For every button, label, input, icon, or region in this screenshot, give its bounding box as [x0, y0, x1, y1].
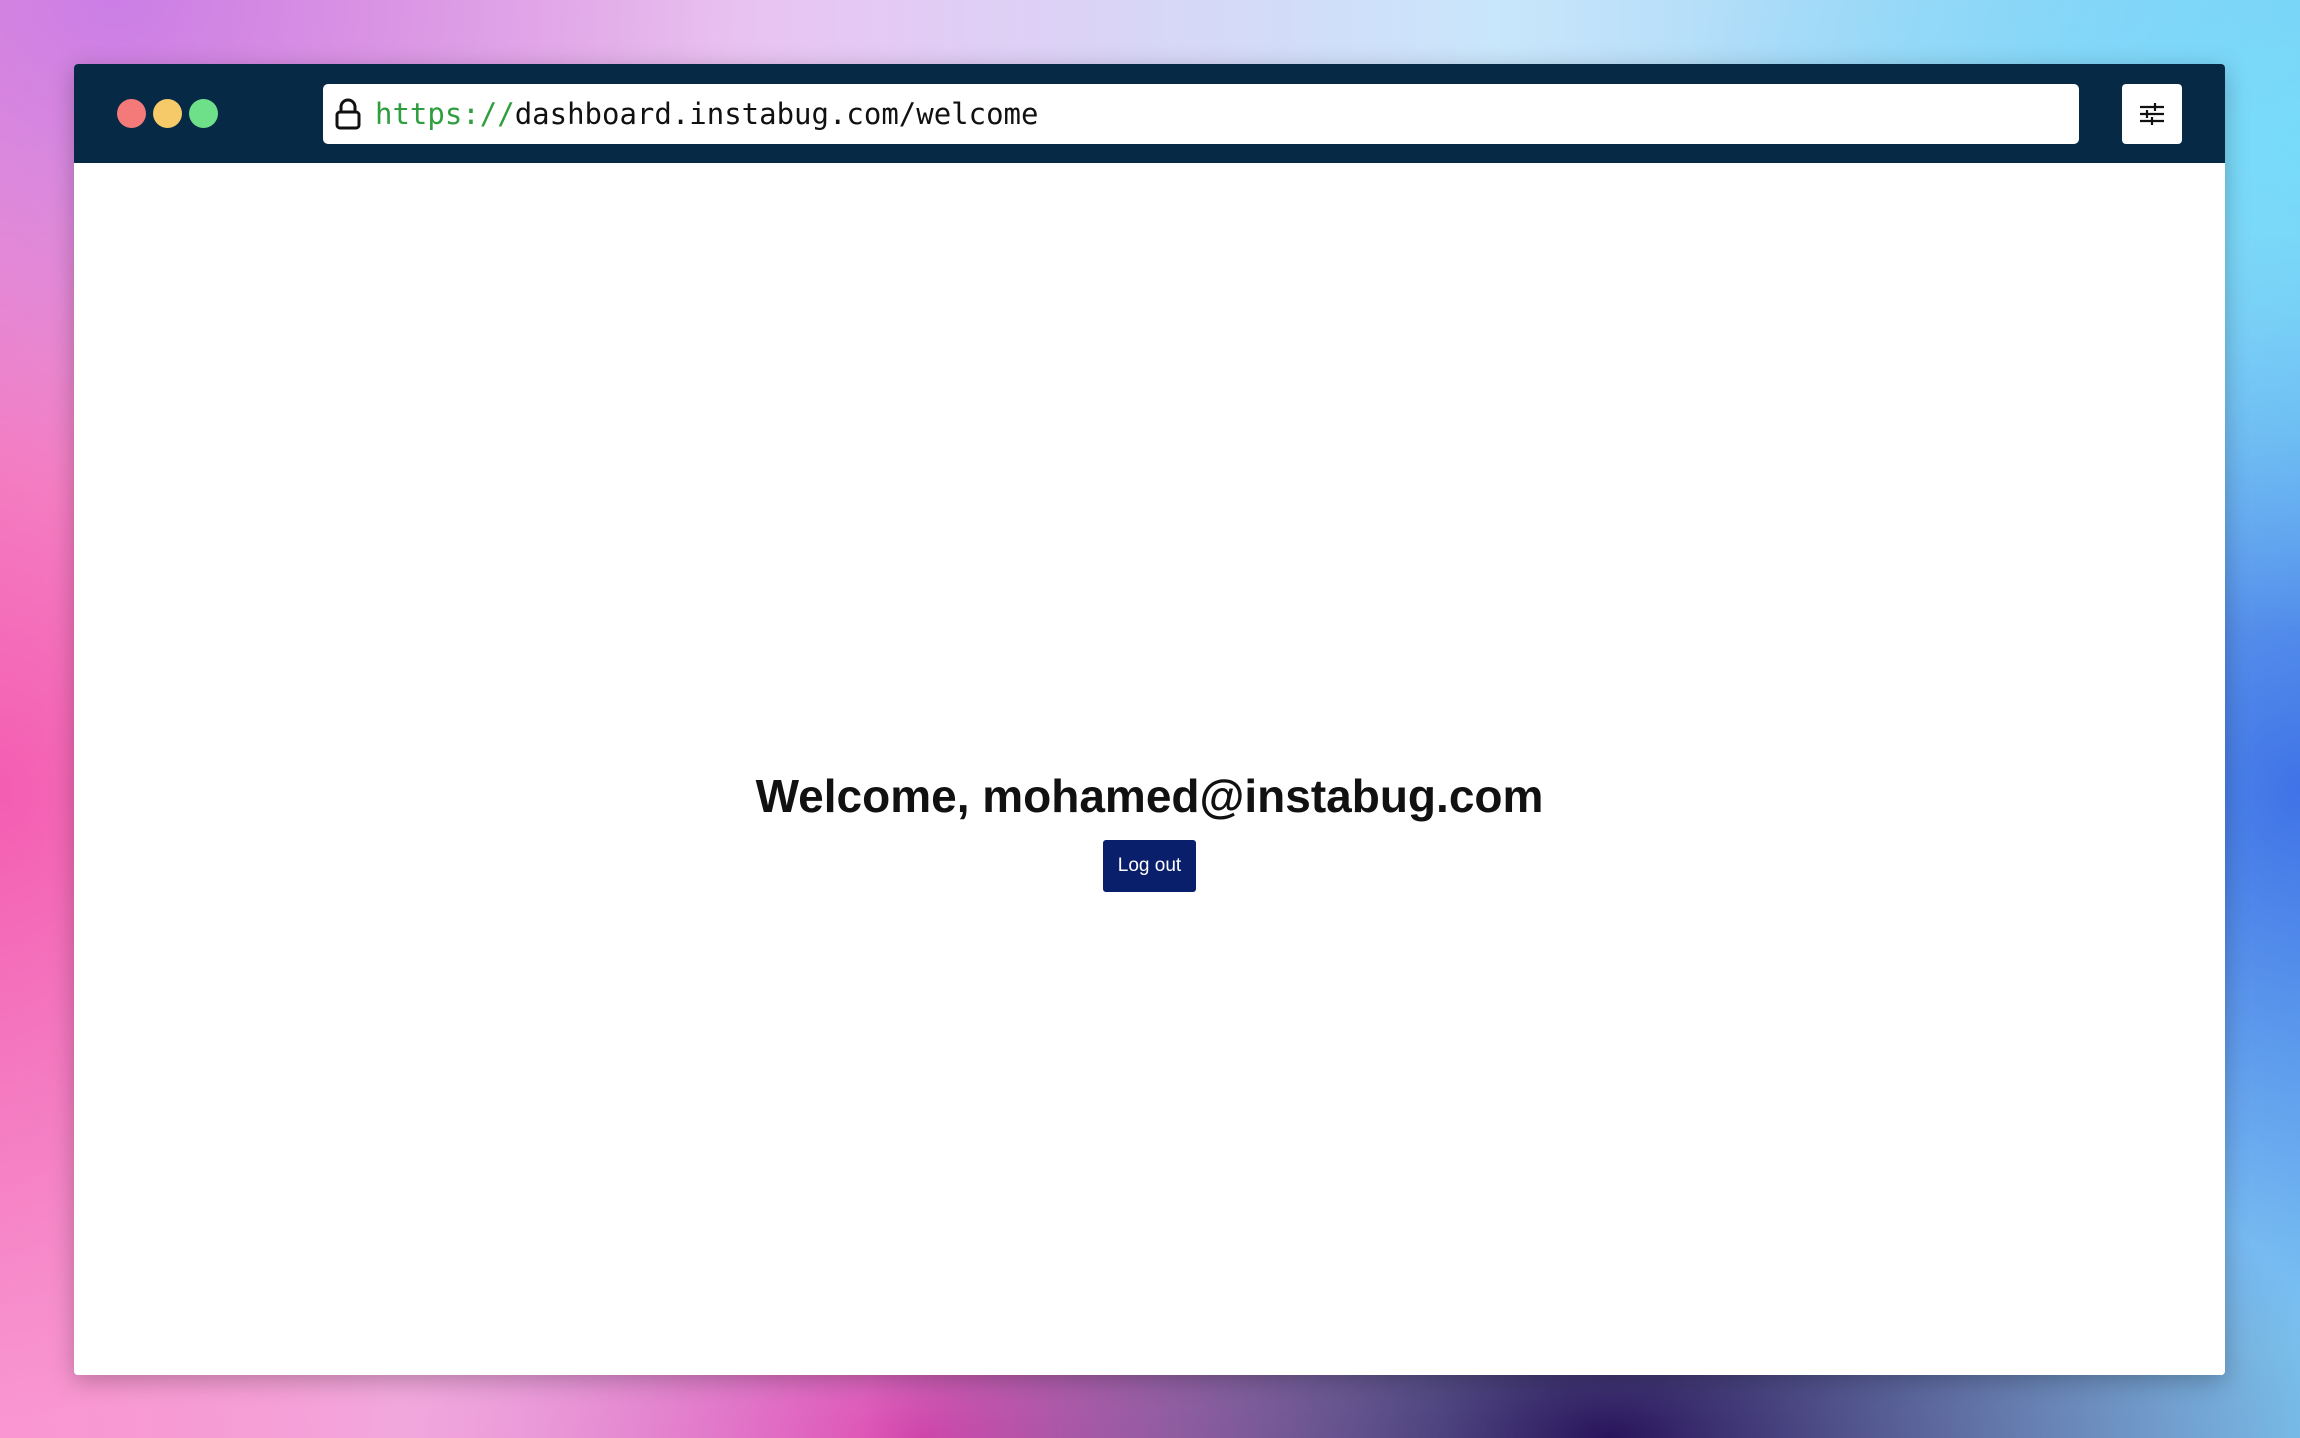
url-path: dashboard.instabug.com/welcome: [514, 97, 1039, 131]
url-text[interactable]: https://dashboard.instabug.com/welcome: [375, 84, 1038, 144]
url-scheme: https://: [375, 97, 515, 131]
address-bar[interactable]: https://dashboard.instabug.com/welcome: [323, 84, 2079, 144]
browser-toolbar: https://dashboard.instabug.com/welcome: [74, 64, 2225, 163]
logout-button[interactable]: Log out: [1103, 840, 1196, 892]
welcome-heading: Welcome, mohamed@instabug.com: [755, 770, 1544, 822]
minimize-window-button[interactable]: [153, 99, 182, 128]
page-content: Welcome, mohamed@instabug.com Log out: [74, 163, 2225, 1375]
window-controls: [117, 99, 218, 128]
lock-icon: [335, 98, 361, 130]
close-window-button[interactable]: [117, 99, 146, 128]
settings-button[interactable]: [2122, 84, 2182, 144]
browser-window: https://dashboard.instabug.com/welcome W…: [74, 64, 2225, 1375]
maximize-window-button[interactable]: [189, 99, 218, 128]
sliders-icon: [2140, 103, 2164, 125]
